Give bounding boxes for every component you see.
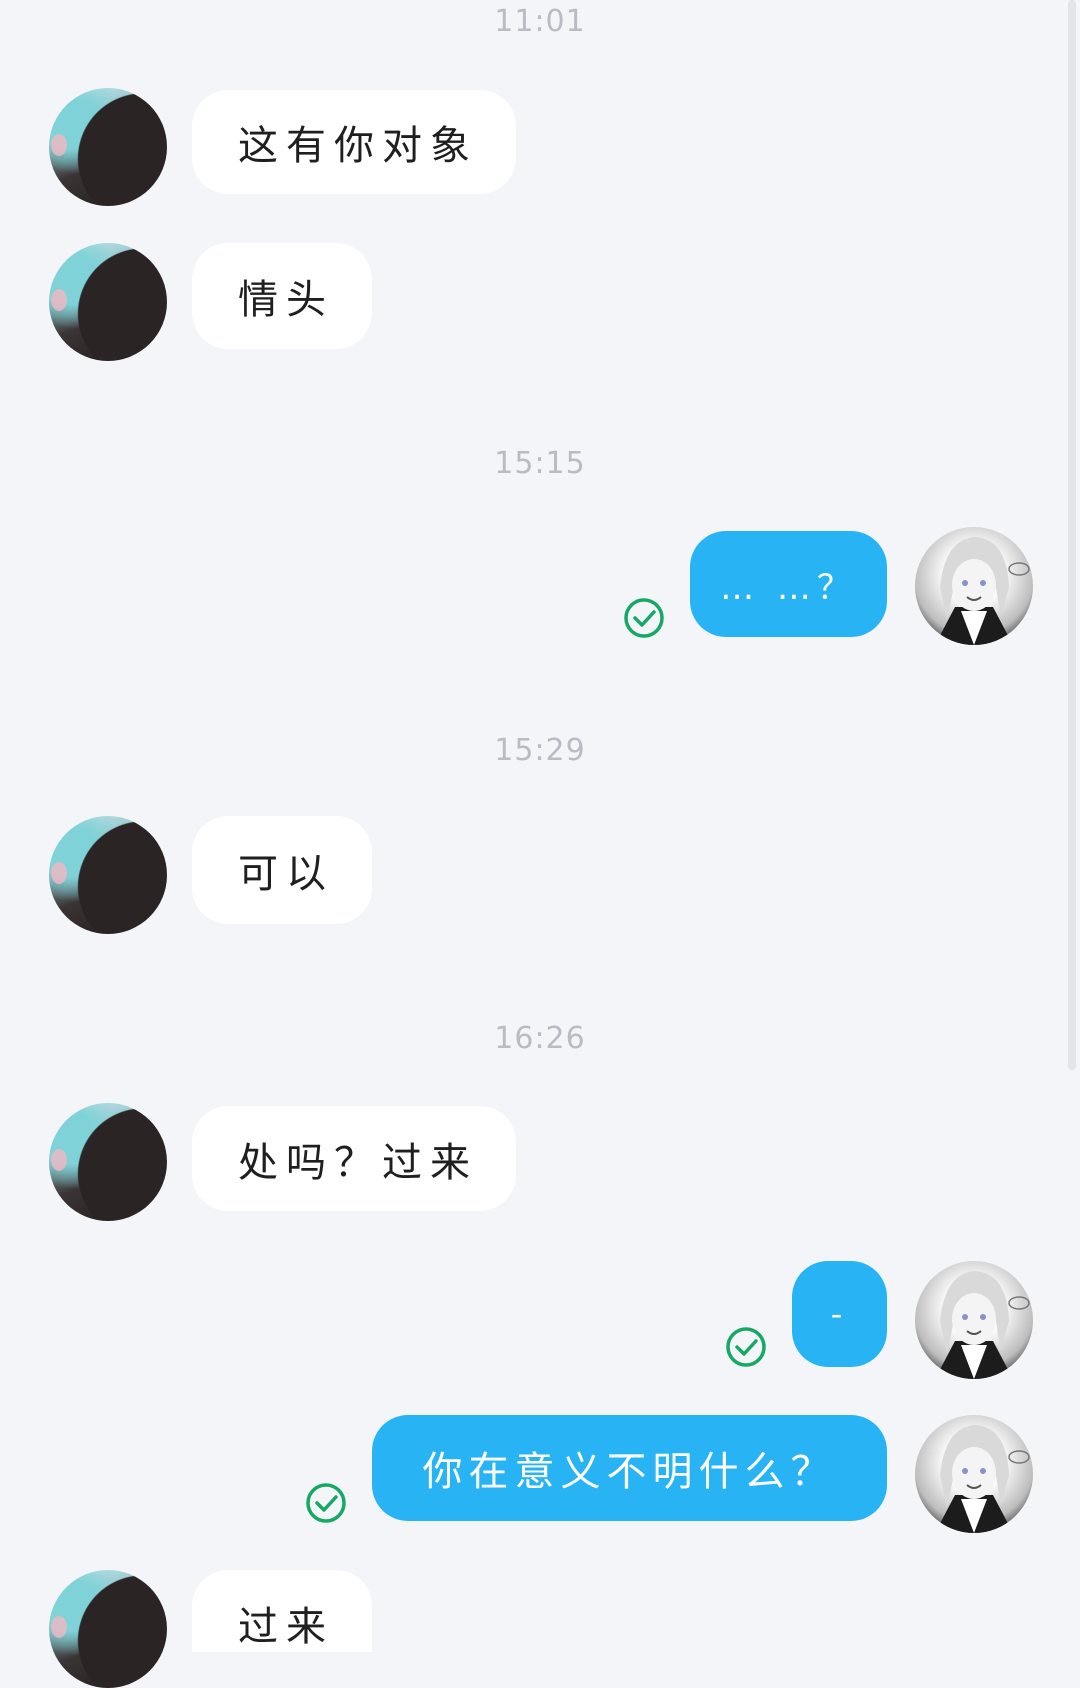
self-avatar[interactable]	[915, 1415, 1033, 1533]
chat-thread: 11:01 这有你对象 情头 15:15 … …？ 15:29 可以 16:26…	[0, 0, 1080, 1688]
avatar-detail	[51, 289, 67, 311]
avatar-illustration	[935, 1425, 1030, 1533]
avatar-detail	[51, 862, 67, 884]
incoming-message-bubble[interactable]: 情头	[192, 243, 372, 349]
contact-avatar[interactable]	[49, 243, 167, 361]
timestamp: 11:01	[494, 4, 586, 39]
timestamp: 15:15	[494, 446, 586, 481]
avatar-illustration	[935, 1271, 1030, 1379]
contact-avatar[interactable]	[49, 816, 167, 934]
outgoing-message-bubble[interactable]: … …？	[690, 531, 887, 637]
avatar-detail	[51, 134, 67, 156]
incoming-message-bubble[interactable]: 这有你对象	[192, 90, 516, 194]
avatar-detail	[51, 1149, 67, 1171]
scrollbar[interactable]	[1068, 0, 1076, 1070]
self-avatar[interactable]	[915, 1261, 1033, 1379]
check-circle-icon	[726, 1327, 766, 1367]
check-circle-icon	[624, 598, 664, 638]
outgoing-message-bubble[interactable]: 你在意义不明什么？	[372, 1415, 887, 1521]
avatar-illustration	[935, 537, 1030, 645]
outgoing-message-bubble[interactable]: -	[792, 1261, 887, 1367]
check-circle-icon	[306, 1483, 346, 1523]
contact-avatar[interactable]	[49, 88, 167, 206]
timestamp: 15:29	[494, 733, 586, 768]
self-avatar[interactable]	[915, 527, 1033, 645]
incoming-message-bubble[interactable]: 处吗？过来	[192, 1106, 516, 1211]
timestamp: 16:26	[494, 1021, 586, 1056]
avatar-detail	[51, 1616, 67, 1638]
contact-avatar[interactable]	[49, 1103, 167, 1221]
incoming-message-bubble[interactable]: 过来	[192, 1570, 372, 1652]
incoming-message-bubble[interactable]: 可以	[192, 816, 372, 924]
contact-avatar[interactable]	[49, 1570, 167, 1688]
